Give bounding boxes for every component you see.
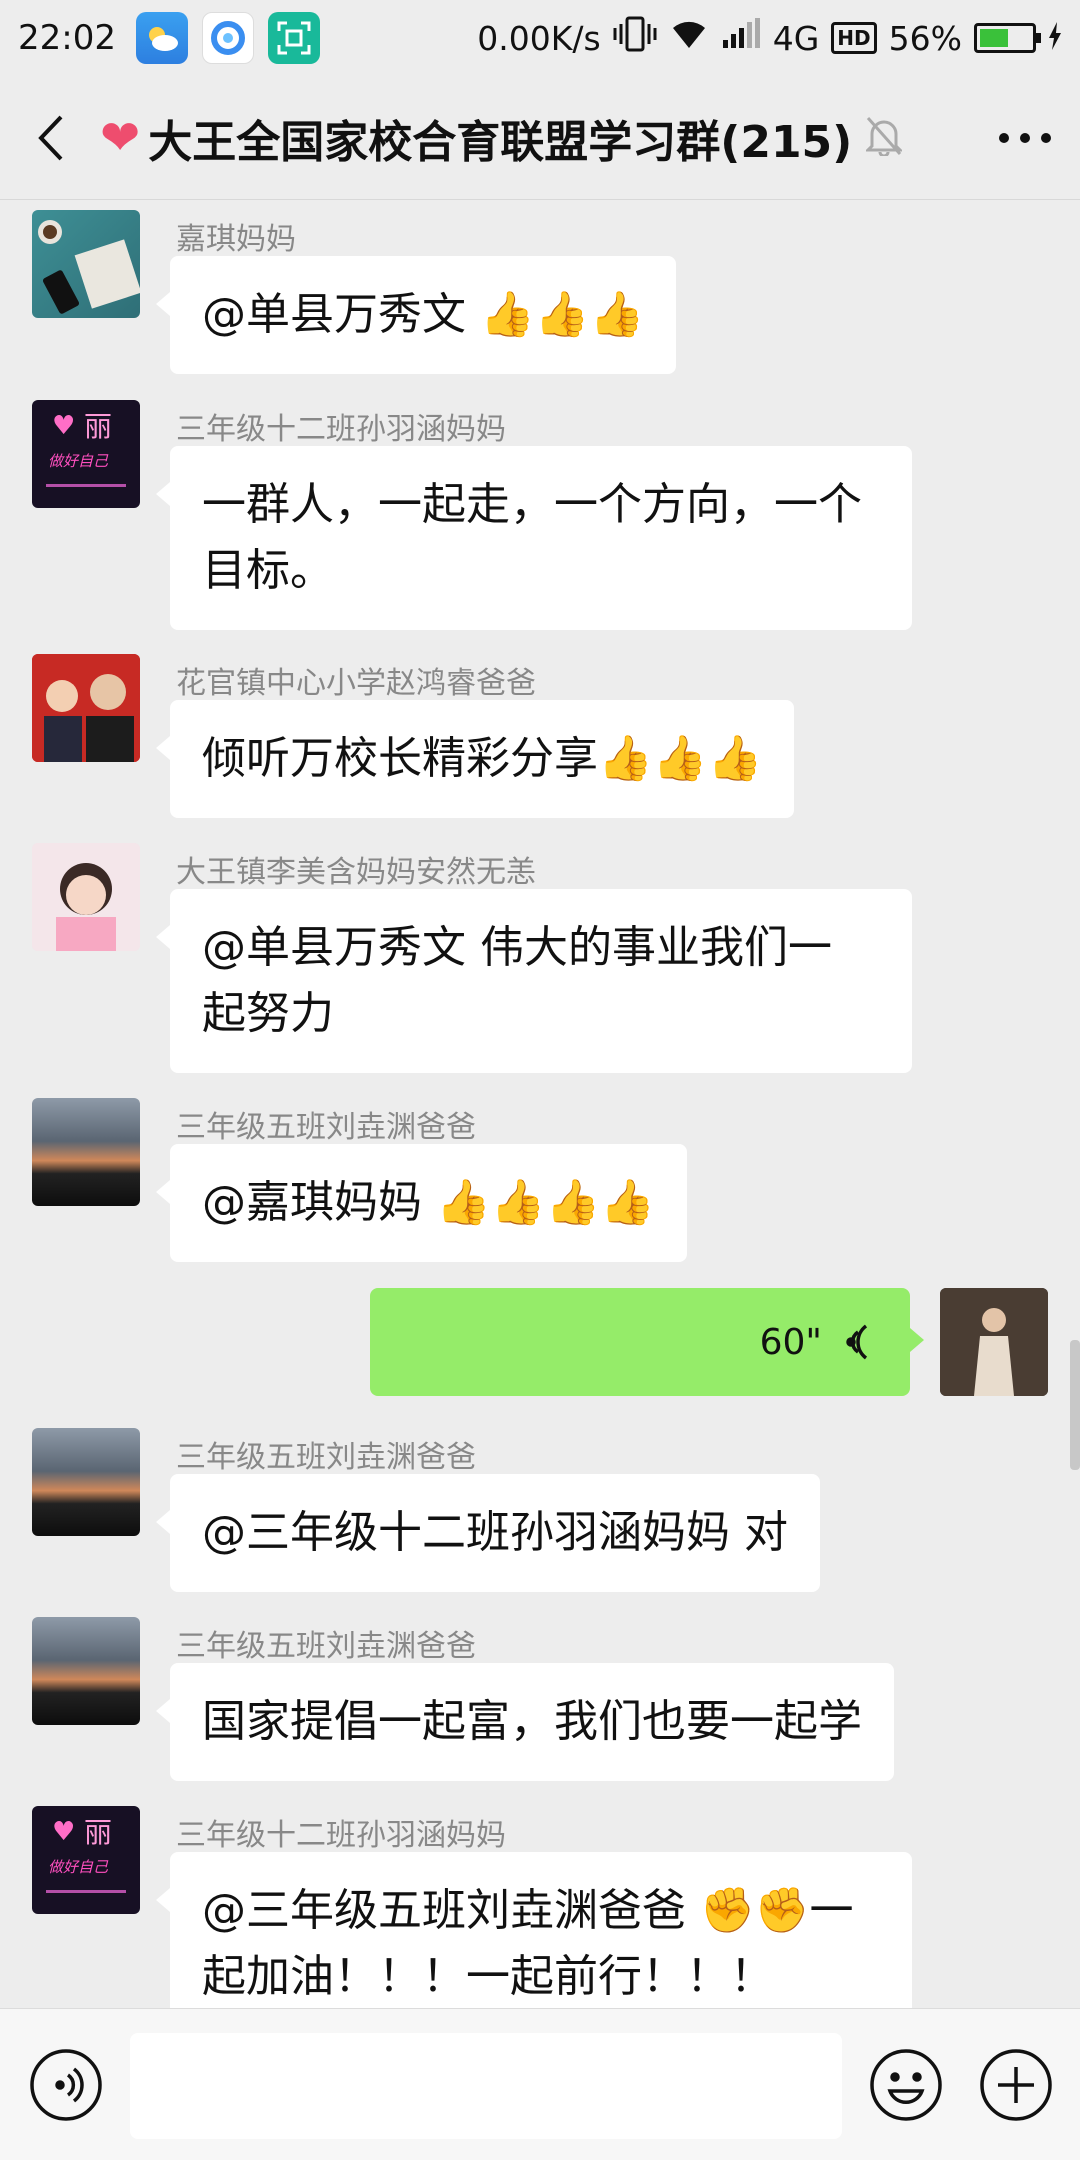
scan-app-icon bbox=[267, 12, 320, 64]
avatar[interactable] bbox=[32, 654, 140, 762]
weather-app-icon bbox=[135, 12, 188, 64]
my-avatar[interactable] bbox=[940, 1288, 1048, 1396]
message-bubble[interactable]: @单县万秀文 👍👍👍 bbox=[155, 256, 677, 374]
message-line: @单县万秀文 伟大的事业我们一 bbox=[202, 922, 832, 973]
sender-name: 花官镇中心小学赵鸿睿爸爸 bbox=[176, 666, 536, 701]
avatar-script: 做好自己 bbox=[48, 1858, 109, 1876]
input-bar bbox=[0, 2008, 1080, 2160]
mute-icon bbox=[864, 116, 904, 160]
avatar[interactable]: ♥ 丽做好自己 bbox=[32, 400, 140, 508]
status-bar: 22:02 0.00K/s 4G HD 56% bbox=[0, 0, 1080, 76]
scrollbar[interactable] bbox=[1070, 1340, 1080, 1470]
battery-icon bbox=[974, 23, 1041, 53]
message-bubble[interactable]: @三年级十二班孙羽涵妈妈 对 bbox=[156, 1474, 820, 1592]
back-icon bbox=[38, 115, 63, 160]
avatar-script: 做好自己 bbox=[48, 452, 109, 470]
sender-name: 三年级十二班孙羽涵妈妈 bbox=[176, 412, 506, 447]
message-input[interactable] bbox=[130, 2033, 842, 2139]
more-functions-button[interactable] bbox=[978, 2047, 1054, 2123]
sender-name: 三年级十二班孙羽涵妈妈 bbox=[176, 1818, 506, 1853]
voice-toggle-icon bbox=[30, 2049, 102, 2121]
wifi-icon bbox=[669, 18, 709, 58]
svg-text:♥: ♥ bbox=[52, 411, 75, 441]
message-bubble[interactable]: @嘉琪妈妈 👍👍👍👍 bbox=[155, 1144, 688, 1262]
voice-duration: 60" bbox=[759, 1321, 822, 1363]
net-speed: 0.00K/s bbox=[477, 18, 601, 58]
sender-name: 三年级五班刘垚渊爸爸 bbox=[176, 1629, 476, 1664]
emoji-button[interactable] bbox=[868, 2047, 944, 2123]
browser-app-icon bbox=[201, 12, 254, 64]
emoji-icon bbox=[870, 2049, 942, 2121]
avatar[interactable]: ♥ 丽做好自己 bbox=[32, 1806, 140, 1914]
message-line: 目标。 bbox=[202, 545, 334, 596]
message-bubble[interactable]: 国家提倡一起富，我们也要一起学 bbox=[156, 1663, 894, 1781]
plus-icon bbox=[980, 2049, 1052, 2121]
avatar[interactable] bbox=[32, 843, 140, 951]
avatar[interactable] bbox=[32, 210, 140, 318]
sender-name: 大王镇李美含妈妈安然无恙 bbox=[176, 855, 536, 890]
network-type: 4G bbox=[772, 18, 820, 58]
chat-title: 大王全国家校合育联盟学习群(215) bbox=[148, 116, 853, 168]
svg-text:♥: ♥ bbox=[52, 1817, 75, 1847]
hd-badge: HD bbox=[831, 22, 877, 54]
voice-toggle-button[interactable] bbox=[28, 2047, 104, 2123]
avatar-text: 丽 bbox=[84, 1816, 112, 1849]
avatar[interactable] bbox=[32, 1617, 140, 1725]
avatar[interactable] bbox=[32, 1098, 140, 1206]
heart-icon: ❤ bbox=[100, 109, 141, 166]
avatar[interactable] bbox=[32, 1428, 140, 1536]
sender-name: 三年级五班刘垚渊爸爸 bbox=[176, 1110, 476, 1145]
sender-name: 嘉琪妈妈 bbox=[176, 222, 296, 257]
message-bubble[interactable]: 倾听万校长精彩分享👍👍👍 bbox=[155, 700, 795, 818]
more-icon bbox=[999, 132, 1051, 143]
message-bubble[interactable]: @单县万秀文 伟大的事业我们一 起努力 bbox=[156, 889, 912, 1073]
sender-name: 三年级五班刘垚渊爸爸 bbox=[176, 1440, 476, 1475]
signal-icon bbox=[721, 18, 761, 58]
message-line: 起努力 bbox=[202, 988, 334, 1039]
chat-header: ❤ 大王全国家校合育联盟学习群(215) bbox=[0, 76, 1080, 200]
message-line: 起加油！！！一起前行！！！ bbox=[202, 1951, 774, 2002]
more-button[interactable] bbox=[970, 76, 1080, 200]
message-line: 一群人，一起走，一个方向，一个 bbox=[202, 479, 862, 530]
message-line: @三年级五班刘垚渊爸爸 ✊✊一 bbox=[202, 1885, 854, 1936]
vibrate-icon bbox=[613, 16, 657, 60]
message-bubble[interactable]: @三年级五班刘垚渊爸爸 ✊✊一 起加油！！！一起前行！！！ bbox=[156, 1852, 912, 2008]
charging-icon bbox=[1048, 19, 1062, 58]
chat-message-list[interactable]: 嘉琪妈妈 @单县万秀文 👍👍👍 ♥ 丽做好自己 三年级十二班孙羽涵妈妈 一群人，一… bbox=[0, 200, 1080, 2008]
voice-wave-icon bbox=[846, 1324, 868, 1360]
back-button[interactable] bbox=[0, 76, 100, 200]
message-bubble[interactable]: 一群人，一起走，一个方向，一个 目标。 bbox=[156, 446, 912, 630]
voice-message-bubble[interactable]: 60" bbox=[370, 1288, 924, 1396]
avatar-text: 丽 bbox=[84, 410, 112, 443]
status-time: 22:02 bbox=[18, 18, 116, 58]
battery-percent: 56% bbox=[888, 18, 962, 58]
